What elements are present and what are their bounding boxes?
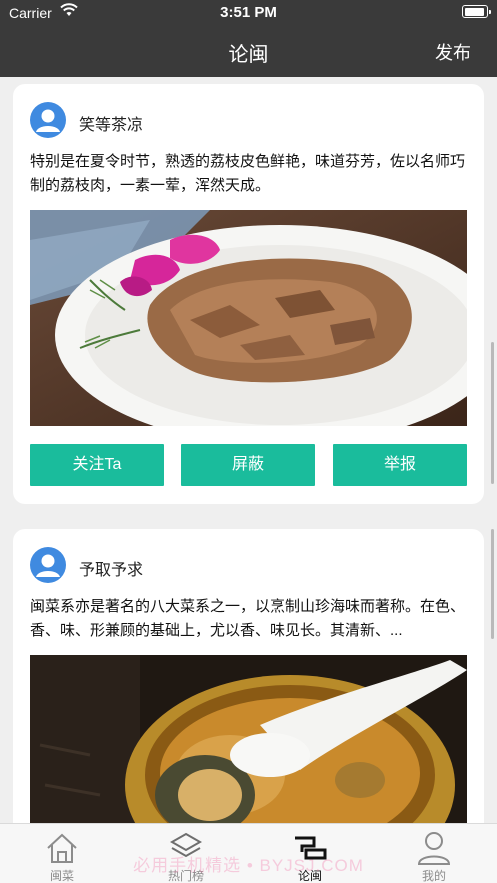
post-text: 特别是在夏令时节，熟透的荔枝皮色鲜艳，味道芬芳，佐以名师巧制的荔枝肉，一素一荤，… — [30, 153, 466, 194]
scrollbar[interactable] — [491, 529, 494, 639]
tab-label: 热门榜 — [167, 869, 204, 883]
clock: 3:51 PM — [220, 4, 277, 21]
scrollbar[interactable] — [491, 342, 494, 484]
battery-icon — [462, 5, 491, 18]
person-icon — [36, 554, 60, 577]
tab-label: 我的 — [421, 869, 446, 883]
tab-bar: 闽菜 热门榜 论闽 我的 必用手机精选 • BYJSJ.COM — [0, 823, 497, 883]
post-card: 予取予求 闽菜系亦是著名的八大菜系之一，以烹制山珍海味而著称。在色、香、味、形兼… — [13, 529, 484, 823]
tab-label: 论闽 — [297, 869, 322, 883]
forum-icon — [295, 836, 327, 860]
post-feed[interactable]: 笑等茶凉 特别是在夏令时节，熟透的荔枝皮色鲜艳，味道芬芳，佐以名师巧制的荔枝肉，… — [0, 77, 497, 823]
post-text: 闽菜系亦是著名的八大菜系之一，以烹制山珍海味而著称。在色、香、味、形兼顾的基础上… — [30, 598, 466, 639]
person-icon — [36, 109, 60, 132]
avatar[interactable] — [30, 102, 66, 138]
tab-hot[interactable]: 热门榜 — [146, 824, 226, 883]
username[interactable]: 笑等茶凉 — [79, 111, 143, 135]
post-actions: 关注Ta 屏蔽 举报 — [30, 444, 467, 486]
post-card: 笑等茶凉 特别是在夏令时节，熟透的荔枝皮色鲜艳，味道芬芳，佐以名师巧制的荔枝肉，… — [13, 84, 484, 504]
post-photo[interactable] — [30, 655, 467, 823]
page-title: 论闽 — [228, 44, 269, 66]
home-icon — [47, 833, 77, 863]
person-icon — [417, 832, 451, 865]
app-header: Carrier 3:51 PM 论闽 发布 — [0, 0, 497, 77]
block-button[interactable]: 屏蔽 — [181, 444, 315, 486]
layers-icon — [169, 832, 203, 858]
avatar[interactable] — [30, 547, 66, 583]
status-bar: Carrier 3:51 PM — [0, 0, 497, 26]
tab-home[interactable]: 闽菜 — [22, 824, 102, 883]
tab-forum[interactable]: 论闽 — [270, 824, 350, 883]
post-photo[interactable] — [30, 210, 467, 426]
follow-button[interactable]: 关注Ta — [30, 444, 164, 486]
tab-label: 闽菜 — [49, 869, 74, 883]
publish-button[interactable]: 发布 — [435, 39, 471, 65]
report-button[interactable]: 举报 — [333, 444, 467, 486]
tab-profile[interactable]: 我的 — [394, 824, 474, 883]
username[interactable]: 予取予求 — [79, 556, 143, 580]
